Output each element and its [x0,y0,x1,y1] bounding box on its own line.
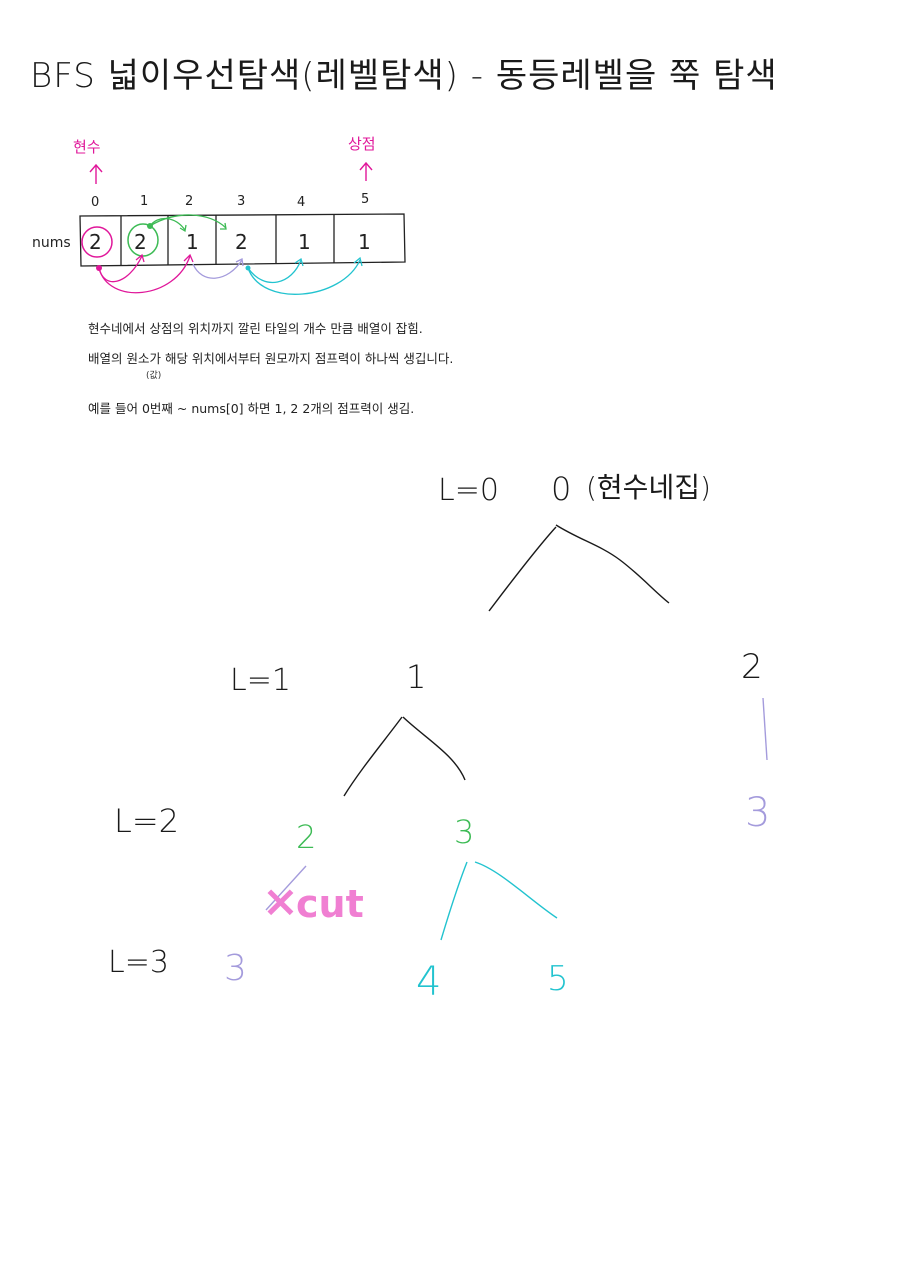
note-line-2-sub: (값) [146,371,162,381]
end-label: 상점 [348,135,376,153]
tree-node: 2 [741,647,763,687]
note-line-3: 예를 들어 0번째 ~ nums[0] 하면 1, 2 2개의 점프력이 생김. [88,401,415,416]
tree-node: 3 [224,948,247,989]
index-label: 5 [361,192,369,207]
cell-value: 1 [358,230,371,254]
tree-edges-l2 [440,861,558,941]
cut-mark: × cut [262,865,364,927]
index-label: 2 [185,194,193,209]
jump-arrows-pink [96,253,194,294]
tree-edges-l0 [488,524,670,612]
level-label: L=2 [114,802,179,840]
tree-node: 5 [547,959,569,999]
tree-node: 3 [454,813,474,851]
jump-arrow-lavender [192,258,244,279]
tree-edges-l1 [343,716,466,797]
tree-node: 3 [745,790,770,836]
cut-x-mark: × [262,876,299,927]
cut-label: cut [296,882,364,926]
cell-value: 1 [298,230,311,254]
index-label: 1 [140,194,148,209]
tree-root-note: (현수네집) [586,471,711,504]
cell-value: 1 [186,230,199,254]
end-arrow-icon [359,161,373,181]
tree-node: 2 [296,818,316,856]
level-label: L=3 [108,945,169,980]
jump-arrows-green [147,214,227,233]
start-label: 현수 [73,138,101,156]
note-line-2: 배열의 원소가 해당 위치에서부터 원모까지 점프력이 하나씩 생깁니다. [88,351,454,366]
start-arrow-icon [89,163,103,184]
tree-root-node: 0 [551,470,571,508]
cell-value: 2 [235,230,248,254]
level-label: L=1 [230,663,291,698]
tree-node: 4 [416,959,441,1005]
array-label: nums [32,235,71,251]
tree-edge-lavender [762,697,768,761]
index-label: 4 [297,195,305,210]
tree-node: 1 [406,658,426,696]
cell-value: 2 [134,230,147,254]
index-label: 3 [237,194,245,209]
level-label: L=0 [438,473,499,508]
cell-value: 2 [89,230,102,254]
note-line-1: 현수네에서 상점의 위치까지 깔린 타일의 개수 만큼 배열이 잡힘. [88,321,423,336]
bfs-diagram: 현수 상점 0 1 2 3 4 5 nums 2 2 1 2 1 1 L=0 L… [32,135,770,1005]
index-label: 0 [91,195,99,210]
